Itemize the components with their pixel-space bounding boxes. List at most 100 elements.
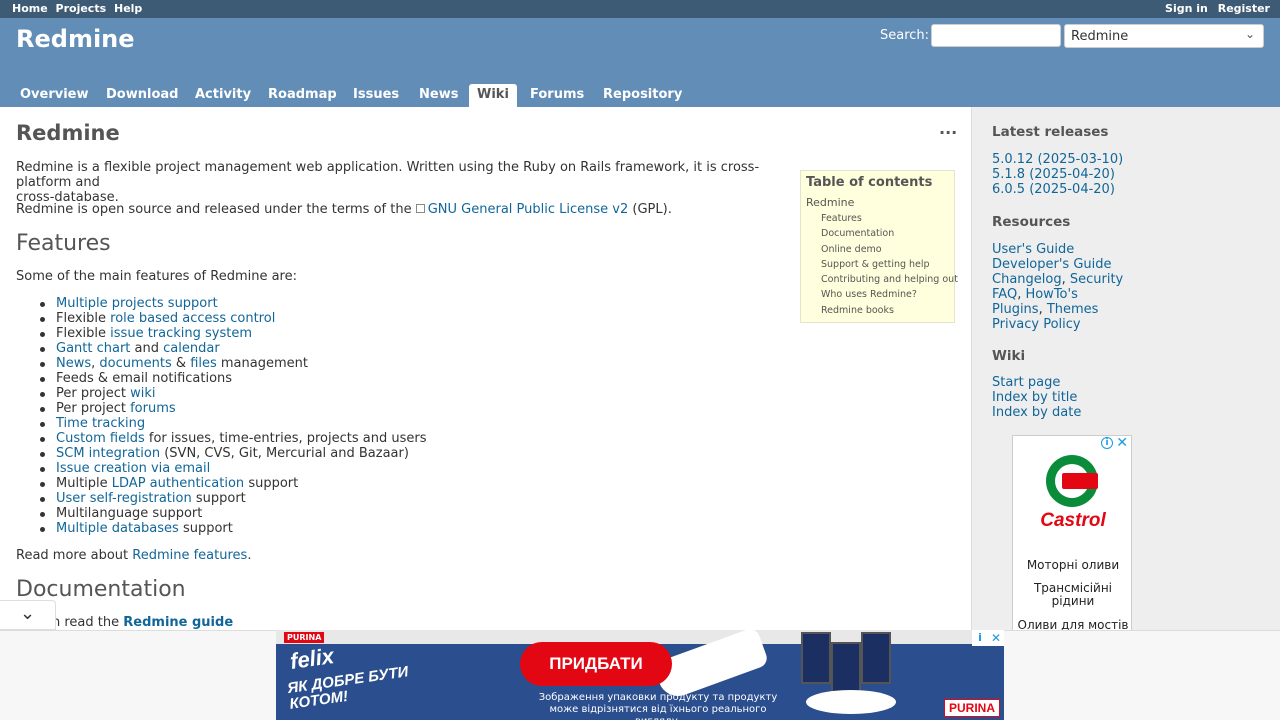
feature-link[interactable]: forums [130,401,176,416]
food-bowl-image [806,690,896,714]
project-title[interactable]: Redmine [16,25,135,53]
ad-line-2: Трансмісійні рідини [1033,581,1113,608]
register-link[interactable]: Register [1218,2,1270,15]
features-heading: Features [16,231,111,256]
list-item: Flexible role based access control [40,311,426,326]
index-by-title-link[interactable]: Index by title [992,390,1081,405]
buy-button[interactable]: ПРИДБАТИ [520,642,672,686]
plugins-link[interactable]: Plugins [992,302,1039,317]
sign-in-link[interactable]: Sign in [1165,2,1208,15]
tab-repository[interactable]: Repository [595,84,690,107]
license-paragraph: Redmine is open source and released unde… [16,202,796,217]
ad-close-icon[interactable]: ✕ [988,630,1004,646]
index-by-date-link[interactable]: Index by date [992,405,1081,420]
documentation-heading: Documentation [16,577,186,602]
feature-text: Flexible [56,326,111,341]
search-input[interactable] [931,24,1061,47]
features-list: Multiple projects support Flexible role … [40,296,426,536]
privacy-policy-link[interactable]: Privacy Policy [992,317,1081,332]
feature-link[interactable]: issue tracking system [110,326,252,341]
tab-news[interactable]: News [411,84,466,107]
feature-link[interactable]: SCM integration [56,446,160,461]
list-item: Time tracking [40,416,426,431]
gpl-link[interactable]: GNU General Public License v2 [428,202,629,217]
feature-link[interactable]: User self-registration [56,491,192,506]
ad-info-icon[interactable]: i [1101,437,1113,449]
redmine-guide-link[interactable]: Redmine guide [123,615,233,630]
product-pack-image [801,632,831,684]
top-menu-help[interactable]: Help [114,2,142,15]
release-link[interactable]: 5.0.12 (2025-03-10) [992,152,1123,167]
tab-wiki[interactable]: Wiki [469,84,517,107]
top-menu: Home Projects Help Sign in Register [0,0,1280,18]
project-jump-select[interactable]: Redmine ⌄ [1064,24,1264,48]
ad-close-icon[interactable]: ✕ [1116,436,1128,451]
header: Redmine Search: Redmine ⌄ Overview Downl… [0,18,1280,107]
castrol-logo [1046,455,1098,507]
collapse-ad-button[interactable]: ⌄ [0,600,56,630]
purina-top-label: PURINA [284,632,325,643]
toc-item[interactable]: Features [806,211,949,226]
resources-heading: Resources [992,214,1071,230]
list-item: Gantt chart and calendar [40,341,426,356]
feature-link[interactable]: News [56,356,91,371]
feature-link[interactable]: role based access control [110,311,275,326]
toc-item[interactable]: Redmine books [806,303,949,318]
list-item: Flexible issue tracking system [40,326,426,341]
feature-link[interactable]: calendar [163,341,220,356]
security-link[interactable]: Security [1070,272,1123,287]
changelog-link[interactable]: Changelog [992,272,1062,287]
toc-item[interactable]: Documentation [806,226,949,241]
list-item: Issue creation via email [40,461,426,476]
start-page-link[interactable]: Start page [992,375,1081,390]
top-menu-projects[interactable]: Projects [56,2,107,15]
feature-text: support [244,476,299,491]
top-menu-home[interactable]: Home [12,2,48,15]
more-icon[interactable]: ··· [939,123,957,142]
feature-link[interactable]: Multiple databases [56,521,179,536]
feature-link[interactable]: documents [99,356,171,371]
themes-link[interactable]: Themes [1047,302,1099,317]
wiki-links: Start page Index by title Index by date [992,375,1081,420]
howtos-link[interactable]: HowTo's [1025,287,1077,302]
tab-download[interactable]: Download [98,84,186,107]
feature-link[interactable]: Issue creation via email [56,461,210,476]
release-link[interactable]: 6.0.5 (2025-04-20) [992,182,1123,197]
read-more-pre: Read more about [16,548,129,563]
tab-activity[interactable]: Activity [187,84,259,107]
tab-roadmap[interactable]: Roadmap [260,84,345,107]
intro-line-1: Redmine is a flexible project management… [16,160,760,190]
intro-paragraph: Redmine is a flexible project management… [16,160,791,205]
toc-root[interactable]: Redmine [806,196,949,209]
tab-forums[interactable]: Forums [522,84,592,107]
feature-link[interactable]: Multiple projects support [56,296,218,311]
list-item: SCM integration (SVN, CVS, Git, Mercuria… [40,446,426,461]
toc-item[interactable]: Online demo [806,242,949,257]
feature-link[interactable]: Time tracking [56,416,145,431]
bottom-banner-ad[interactable]: PURINA felix ЯК ДОБРЕ БУТИ КОТОМ! ПРИДБА… [276,630,1004,720]
features-link[interactable]: Redmine features [132,548,247,563]
documentation-text: n read the Redmine guide [52,615,832,630]
toc-item[interactable]: Who uses Redmine? [806,287,949,302]
tab-issues[interactable]: Issues [345,84,407,107]
releases-list: 5.0.12 (2025-03-10) 5.1.8 (2025-04-20) 6… [992,152,1123,197]
list-item: Custom fields for issues, time-entries, … [40,431,426,446]
feature-link[interactable]: LDAP authentication [112,476,244,491]
toc-item[interactable]: Support & getting help [806,257,949,272]
ad-brand: Castrol [1040,510,1106,531]
developers-guide-link[interactable]: Developer's Guide [992,257,1112,272]
feature-link[interactable]: files [190,356,217,371]
users-guide-link[interactable]: User's Guide [992,242,1074,257]
tab-overview[interactable]: Overview [12,84,97,107]
feature-link[interactable]: Custom fields [56,431,145,446]
release-link[interactable]: 5.1.8 (2025-04-20) [992,167,1123,182]
toc-item[interactable]: Contributing and helping out [806,272,958,287]
faq-link[interactable]: FAQ [992,287,1017,302]
sidebar-ad[interactable]: i ✕ Castrol Моторні оливи Трансмісійні р… [1012,435,1132,630]
feature-link[interactable]: Gantt chart [56,341,130,356]
ad-info-icon[interactable]: i [972,630,988,646]
feature-link[interactable]: wiki [130,386,155,401]
ad-disclaimer: Зображення упаковки продукту та продукту… [538,692,778,720]
account-menu: Sign in Register [1159,2,1270,15]
read-more-post: . [247,548,252,563]
